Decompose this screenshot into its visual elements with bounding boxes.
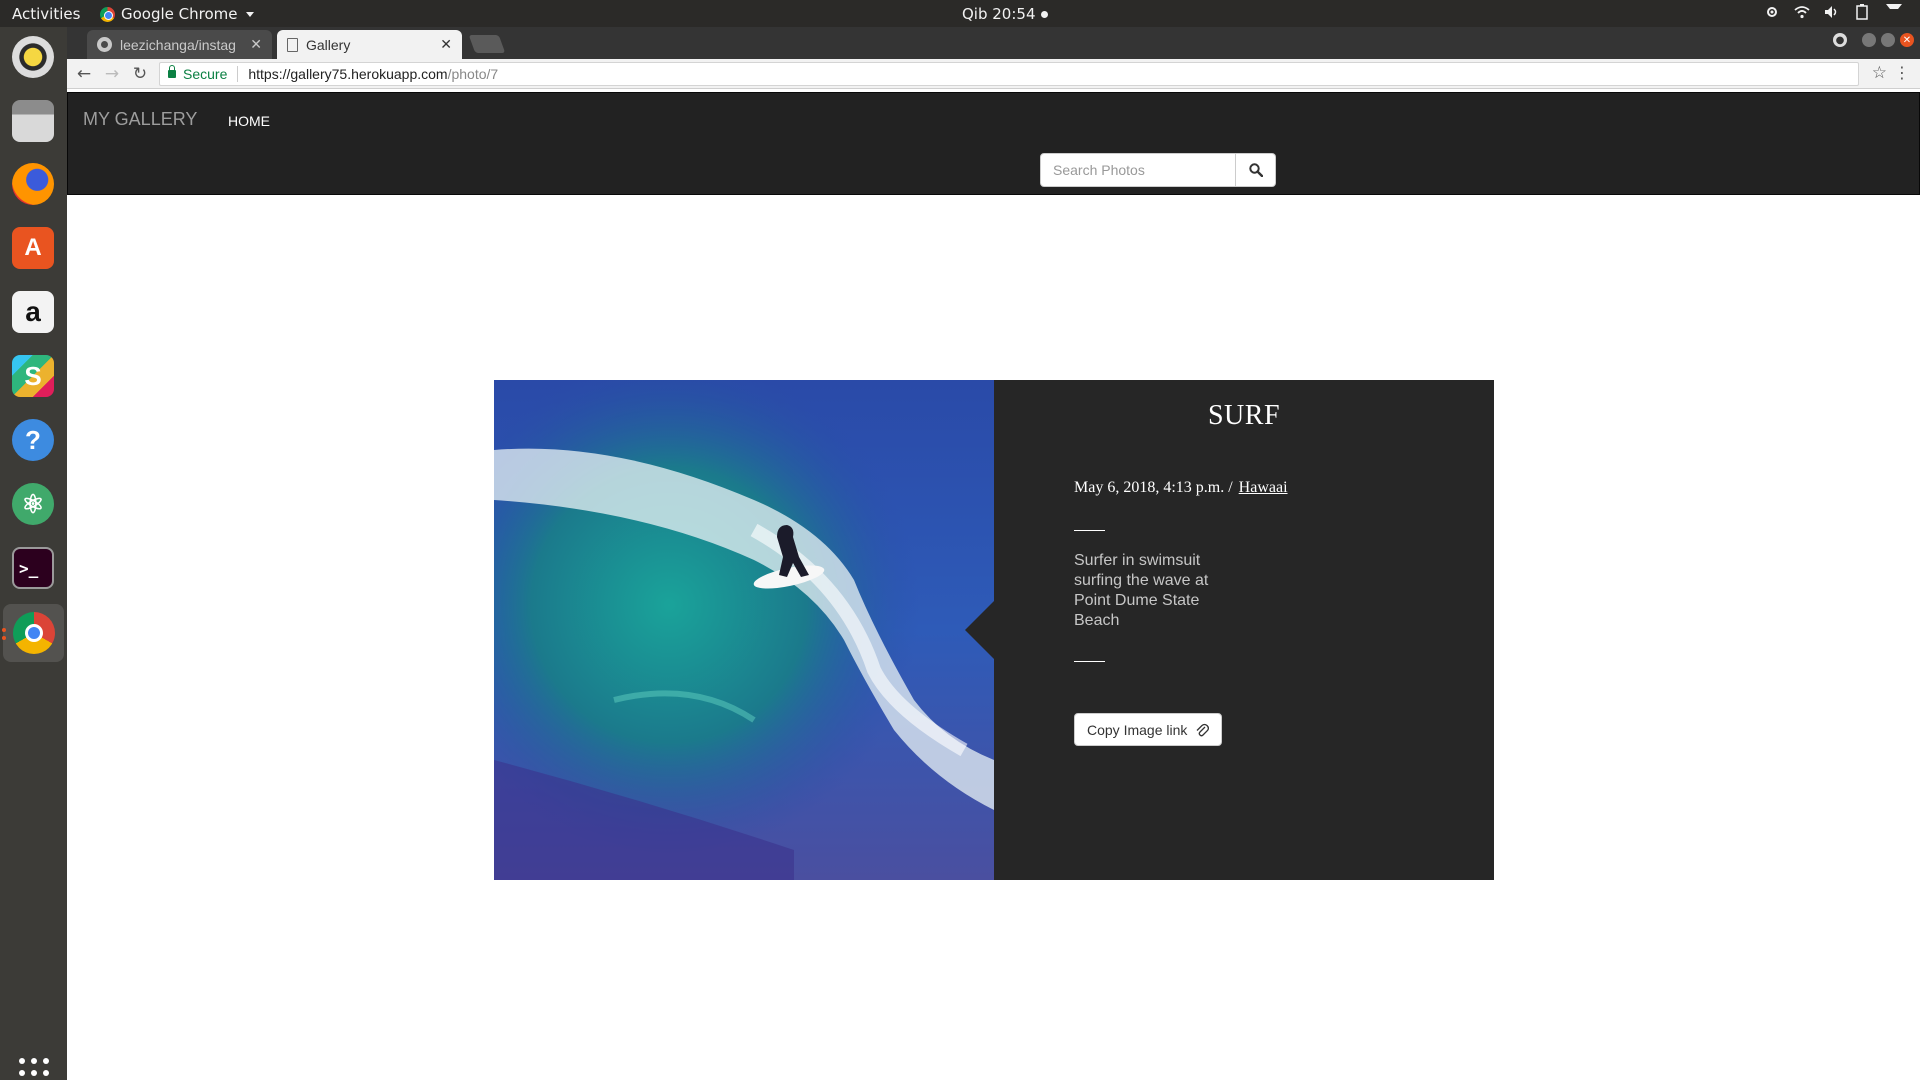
page-icon — [287, 37, 298, 52]
dock-rhythmbox[interactable] — [9, 33, 57, 81]
running-indicator — [2, 628, 6, 632]
dock-terminal[interactable]: >_ — [9, 544, 57, 592]
show-applications-button[interactable] — [19, 1058, 49, 1080]
site-navbar: MY GALLERY HOME — [67, 92, 1920, 195]
close-window-button[interactable]: ✕ — [1900, 33, 1914, 47]
terminal-icon: >_ — [12, 547, 54, 589]
chrome-icon — [12, 612, 55, 654]
nav-home-link[interactable]: HOME — [228, 113, 270, 129]
dock-firefox[interactable] — [9, 160, 57, 208]
notification-dot-icon — [1040, 10, 1048, 18]
search-icon — [1248, 163, 1263, 177]
back-button[interactable]: ← — [73, 63, 95, 85]
panel-pointer — [965, 601, 994, 659]
search-button[interactable] — [1236, 153, 1276, 187]
copy-image-link-button[interactable]: Copy Image link — [1074, 713, 1223, 746]
wifi-icon[interactable] — [1794, 4, 1810, 20]
brand-link[interactable]: MY GALLERY — [83, 109, 197, 130]
search-input[interactable] — [1040, 153, 1236, 187]
dock-help[interactable]: ? — [9, 416, 57, 464]
url-path: /photo/7 — [447, 66, 499, 82]
dock: A a S ? ⚛ >_ — [0, 27, 67, 1080]
tab-title: leezichanga/instag — [120, 36, 236, 53]
search-form — [1040, 153, 1276, 187]
help-icon: ? — [12, 419, 54, 461]
dock-atom[interactable]: ⚛ — [9, 480, 57, 528]
system-top-bar: Activities Google Chrome Qib 20:54 — [0, 0, 1920, 27]
copy-label: Copy Image link — [1087, 721, 1188, 738]
app-menu[interactable]: Google Chrome — [100, 5, 254, 23]
firefox-icon — [12, 163, 54, 205]
close-icon[interactable]: ✕ — [440, 36, 452, 53]
photo-title: SURF — [1207, 400, 1281, 431]
secure-label: Secure — [183, 66, 228, 82]
dock-files[interactable] — [9, 97, 57, 145]
amazon-icon: a — [12, 291, 54, 333]
chrome-icon — [100, 6, 115, 22]
dock-chrome[interactable] — [3, 604, 64, 662]
profile-icon[interactable]: ● — [1833, 33, 1847, 47]
slack-icon: S — [12, 355, 54, 397]
battery-icon[interactable] — [1854, 4, 1870, 20]
menu-kebab-icon[interactable]: ⋮ — [1894, 63, 1910, 82]
reload-button[interactable]: ↻ — [129, 63, 151, 85]
photo-date: May 6, 2018, 4:13 p.m. / — [1074, 479, 1233, 496]
lock-icon — [168, 65, 176, 78]
bookmark-star-icon[interactable]: ☆ — [1872, 63, 1887, 83]
settings-daemon-icon[interactable] — [1764, 4, 1780, 20]
divider — [237, 66, 239, 82]
tab-gallery[interactable]: Gallery ✕ — [277, 30, 462, 59]
atom-icon: ⚛ — [12, 483, 54, 525]
maximize-button[interactable] — [1881, 33, 1895, 47]
running-indicator — [2, 636, 6, 640]
photo-details-panel: SURF May 6, 2018, 4:13 p.m. / Hawaai Surf… — [965, 380, 1494, 880]
photo-card: SURF May 6, 2018, 4:13 p.m. / Hawaai Surf… — [494, 380, 1494, 880]
location-link[interactable]: Hawaai — [1239, 479, 1288, 496]
tab-title: Gallery — [306, 36, 351, 53]
system-tray[interactable] — [1764, 4, 1902, 20]
rhythmbox-icon — [12, 36, 54, 78]
files-icon — [12, 100, 54, 142]
divider — [1074, 661, 1105, 662]
clock-label: Qib 20:54 — [962, 5, 1036, 23]
surf-photo — [494, 380, 994, 880]
system-menu-caret-icon[interactable] — [1886, 4, 1902, 20]
dock-slack[interactable]: S — [9, 352, 57, 400]
minimize-button[interactable] — [1862, 33, 1876, 47]
github-icon — [97, 37, 112, 52]
photo-description: Surfer in swimsuit surfing the wave at P… — [1074, 552, 1209, 629]
clock[interactable]: Qib 20:54 — [962, 5, 1048, 23]
web-page: MY GALLERY HOME Search Photos SURF May 6… — [67, 89, 1920, 1080]
browser-toolbar: ← → ↻ Secure https://gallery75.herokuapp… — [67, 59, 1920, 89]
close-icon[interactable]: ✕ — [250, 36, 262, 53]
new-tab-button[interactable] — [468, 35, 506, 53]
tab-strip: leezichanga/instag ✕ Gallery ✕ ● ✕ — [67, 27, 1920, 59]
address-bar[interactable]: Secure https://gallery75.herokuapp.com/p… — [159, 62, 1859, 86]
dock-software-center[interactable]: A — [9, 224, 57, 272]
caret-down-icon — [245, 11, 254, 17]
volume-icon[interactable] — [1824, 4, 1840, 20]
paperclip-icon — [1196, 723, 1210, 736]
dock-amazon[interactable]: a — [9, 288, 57, 336]
divider — [1074, 530, 1105, 531]
activities-button[interactable]: Activities — [12, 5, 80, 23]
tab-github[interactable]: leezichanga/instag ✕ — [87, 30, 272, 59]
software-center-icon: A — [12, 227, 54, 269]
app-menu-label: Google Chrome — [121, 5, 238, 23]
url-host: https://gallery75.herokuapp.com — [248, 66, 448, 82]
window-controls: ● ✕ — [1833, 33, 1914, 47]
forward-button[interactable]: → — [101, 63, 123, 85]
photo-meta: May 6, 2018, 4:13 p.m. / Hawaai — [1074, 479, 1288, 497]
